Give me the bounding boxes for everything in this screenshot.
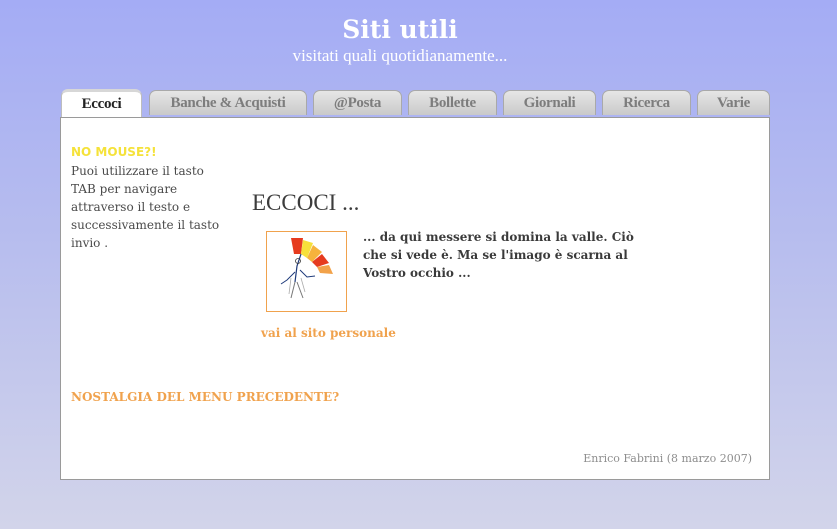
no-mouse-title: NO MOUSE?! xyxy=(71,145,157,159)
tab-varie[interactable]: Varie xyxy=(697,90,770,115)
author-credit: Enrico Fabrini (8 marzo 2007) xyxy=(583,452,752,465)
tab-banche-acquisti[interactable]: Banche & Acquisti xyxy=(149,90,307,115)
tab-eccoci[interactable]: Eccoci xyxy=(61,89,142,117)
juggler-fan-icon xyxy=(280,238,333,299)
tab-ricerca[interactable]: Ricerca xyxy=(602,90,691,115)
content-panel: NO MOUSE?! Puoi utilizzare il tasto TAB … xyxy=(60,117,770,480)
intro-text: ... da qui messere si domina la valle. C… xyxy=(363,230,634,280)
site-subtitle: visitati quali quotidianamente... xyxy=(292,46,508,65)
personal-site-link[interactable]: vai al sito personale xyxy=(261,326,396,340)
section-heading: ECCOCI ... xyxy=(252,190,360,215)
previous-menu-link[interactable]: NOSTALGIA DEL MENU PRECEDENTE? xyxy=(71,390,339,404)
juggler-fan-illustration[interactable] xyxy=(266,231,347,312)
tab-giornali[interactable]: Giornali xyxy=(503,90,596,115)
site-header: Siti utili visitati quali quotidianament… xyxy=(0,14,800,66)
tab-bollette[interactable]: Bollette xyxy=(408,90,497,115)
tab-bar: Eccoci Banche & Acquisti @Posta Bollette… xyxy=(61,89,771,117)
tab-posta[interactable]: @Posta xyxy=(313,90,402,115)
site-title: Siti utili xyxy=(342,15,458,44)
no-mouse-text: Puoi utilizzare il tasto TAB per navigar… xyxy=(71,164,220,250)
